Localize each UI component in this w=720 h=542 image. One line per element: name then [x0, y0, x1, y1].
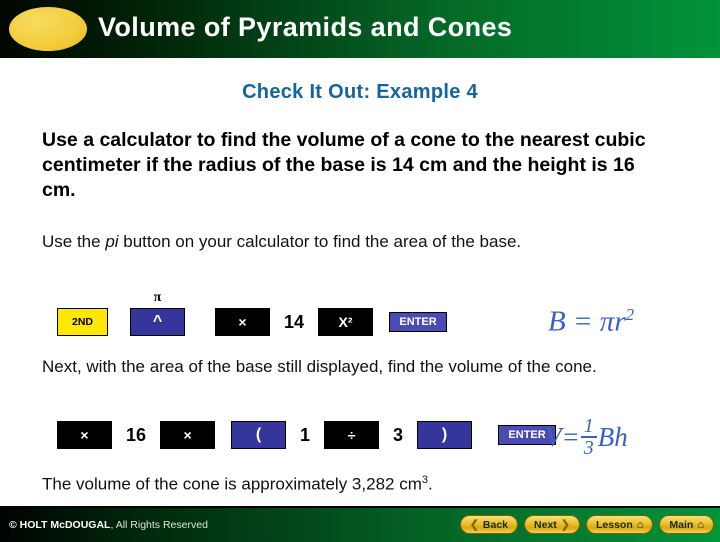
nav-button-label: Next [534, 518, 557, 531]
calculator-key-[interactable]: ^ [130, 308, 185, 336]
copyright-notice: © HOLT McDOUGAL, All Rights Reserved [9, 519, 208, 531]
formula-volume-of-cone: V = 1 3 Bh [545, 416, 628, 459]
calculator-entry-16: 16 [126, 424, 147, 445]
step2-key-wrapper: × [160, 421, 216, 449]
step1-key-wrapper: π ^ [130, 290, 185, 336]
formula-v-lhs: V [545, 421, 562, 452]
calculator-entry-14: 14 [284, 311, 305, 332]
slide-body: Check It Out: Example 4 Use a calculator… [0, 58, 720, 506]
calculator-key-[interactable]: × [160, 421, 216, 449]
step2-key-wrapper: ) [417, 421, 473, 449]
formula-b-exponent: 2 [625, 305, 635, 324]
fraction-numerator: 1 [583, 415, 594, 437]
slide-subtitle: Check It Out: Example 4 [242, 81, 478, 103]
formula-b-equals: = [565, 305, 600, 338]
result-text-after: . [428, 474, 433, 494]
result-text-before: The volume of the cone is approximately … [42, 474, 422, 494]
calculator-entry-1: 1 [300, 424, 311, 445]
calculator-key-[interactable]: ÷ [324, 421, 380, 449]
step2-key-wrapper: × [57, 421, 112, 449]
fraction-denominator: 3 [583, 437, 594, 460]
step1-text-after: button on your calculator to find the ar… [118, 232, 522, 251]
formula-area-of-base: B = πr2 [548, 305, 634, 339]
step2-key-wrapper: ( [231, 421, 287, 449]
formula-v-fraction: 13 [580, 415, 597, 460]
calculator-key-row-1: 2ND π ^ × 14 X² ENTER [57, 290, 448, 336]
slide-footer: © HOLT McDOUGAL, All Rights Reserved ❮ Ba… [0, 506, 720, 542]
nav-button-label: Main [669, 518, 694, 531]
nav-button-lesson[interactable]: Lesson ⌂ [586, 515, 654, 534]
formula-v-rhs: Bh [597, 421, 628, 452]
result-statement: The volume of the cone is approximately … [42, 474, 682, 495]
step2-key-wrapper: ÷ [324, 421, 380, 449]
calculator-key-[interactable]: × [215, 308, 270, 336]
calculator-key-[interactable]: × [57, 421, 112, 449]
copyright-brand: © HOLT McDOUGAL [9, 519, 111, 531]
problem-statement: Use a calculator to find the volume of a… [42, 129, 646, 201]
nav-button-next[interactable]: Next ❯ [524, 515, 580, 534]
nav-button-main[interactable]: Main ⌂ [659, 515, 714, 534]
calculator-key-[interactable]: ( [231, 421, 287, 449]
calculator-key-[interactable]: ) [417, 421, 473, 449]
step2-key-wrapper: 16 [126, 425, 146, 446]
step1-text-italic: pi [105, 232, 119, 251]
footer-nav-buttons: ❮ Back Next ❯ Lesson ⌂ Main ⌂ [459, 515, 714, 534]
home-icon: ⌂ [636, 518, 644, 531]
calculator-key-row-2: × 16 ×(1 ÷ 3) ENTER [57, 421, 557, 449]
nav-button-back[interactable]: ❮ Back [459, 515, 519, 534]
chevron-right-icon: ❯ [560, 519, 570, 531]
step1-key-wrapper: X² [318, 308, 374, 336]
copyright-rights: , All Rights Reserved [110, 519, 208, 531]
nav-button-label: Back [482, 518, 509, 531]
step1-key-wrapper: 14 [284, 312, 304, 333]
calculator-entry-3: 3 [393, 424, 404, 445]
step1-key-wrapper: 2ND [57, 308, 108, 336]
calculator-key-2ND[interactable]: 2ND [57, 308, 108, 336]
step2-instruction: Next, with the area of the base still di… [42, 357, 597, 376]
step1-key-wrapper: × [215, 308, 270, 336]
step2-key-wrapper: 3 [393, 425, 403, 446]
formula-b-rhs: πr [599, 305, 626, 338]
step1-instruction: Use the pi button on your calculator to … [42, 230, 657, 254]
slide-header: Volume of Pyramids and Cones [0, 0, 720, 58]
calculator-key-ENTER[interactable]: ENTER [389, 312, 448, 332]
formula-b-lhs: B [548, 305, 566, 338]
home-icon: ⌂ [697, 518, 704, 531]
step1-text-before: Use the [42, 232, 106, 251]
gold-ellipse-icon [9, 7, 87, 51]
formula-v-equals: = [561, 421, 580, 452]
step1-key-wrapper: ENTER [389, 312, 448, 332]
step2-key-wrapper: 1 [300, 425, 310, 446]
pi-symbol-label: π [153, 290, 162, 305]
calculator-key-X[interactable]: X² [318, 308, 374, 336]
page-title: Volume of Pyramids and Cones [98, 12, 513, 42]
nav-button-label: Lesson [596, 518, 633, 531]
chevron-left-icon: ❮ [469, 519, 479, 531]
